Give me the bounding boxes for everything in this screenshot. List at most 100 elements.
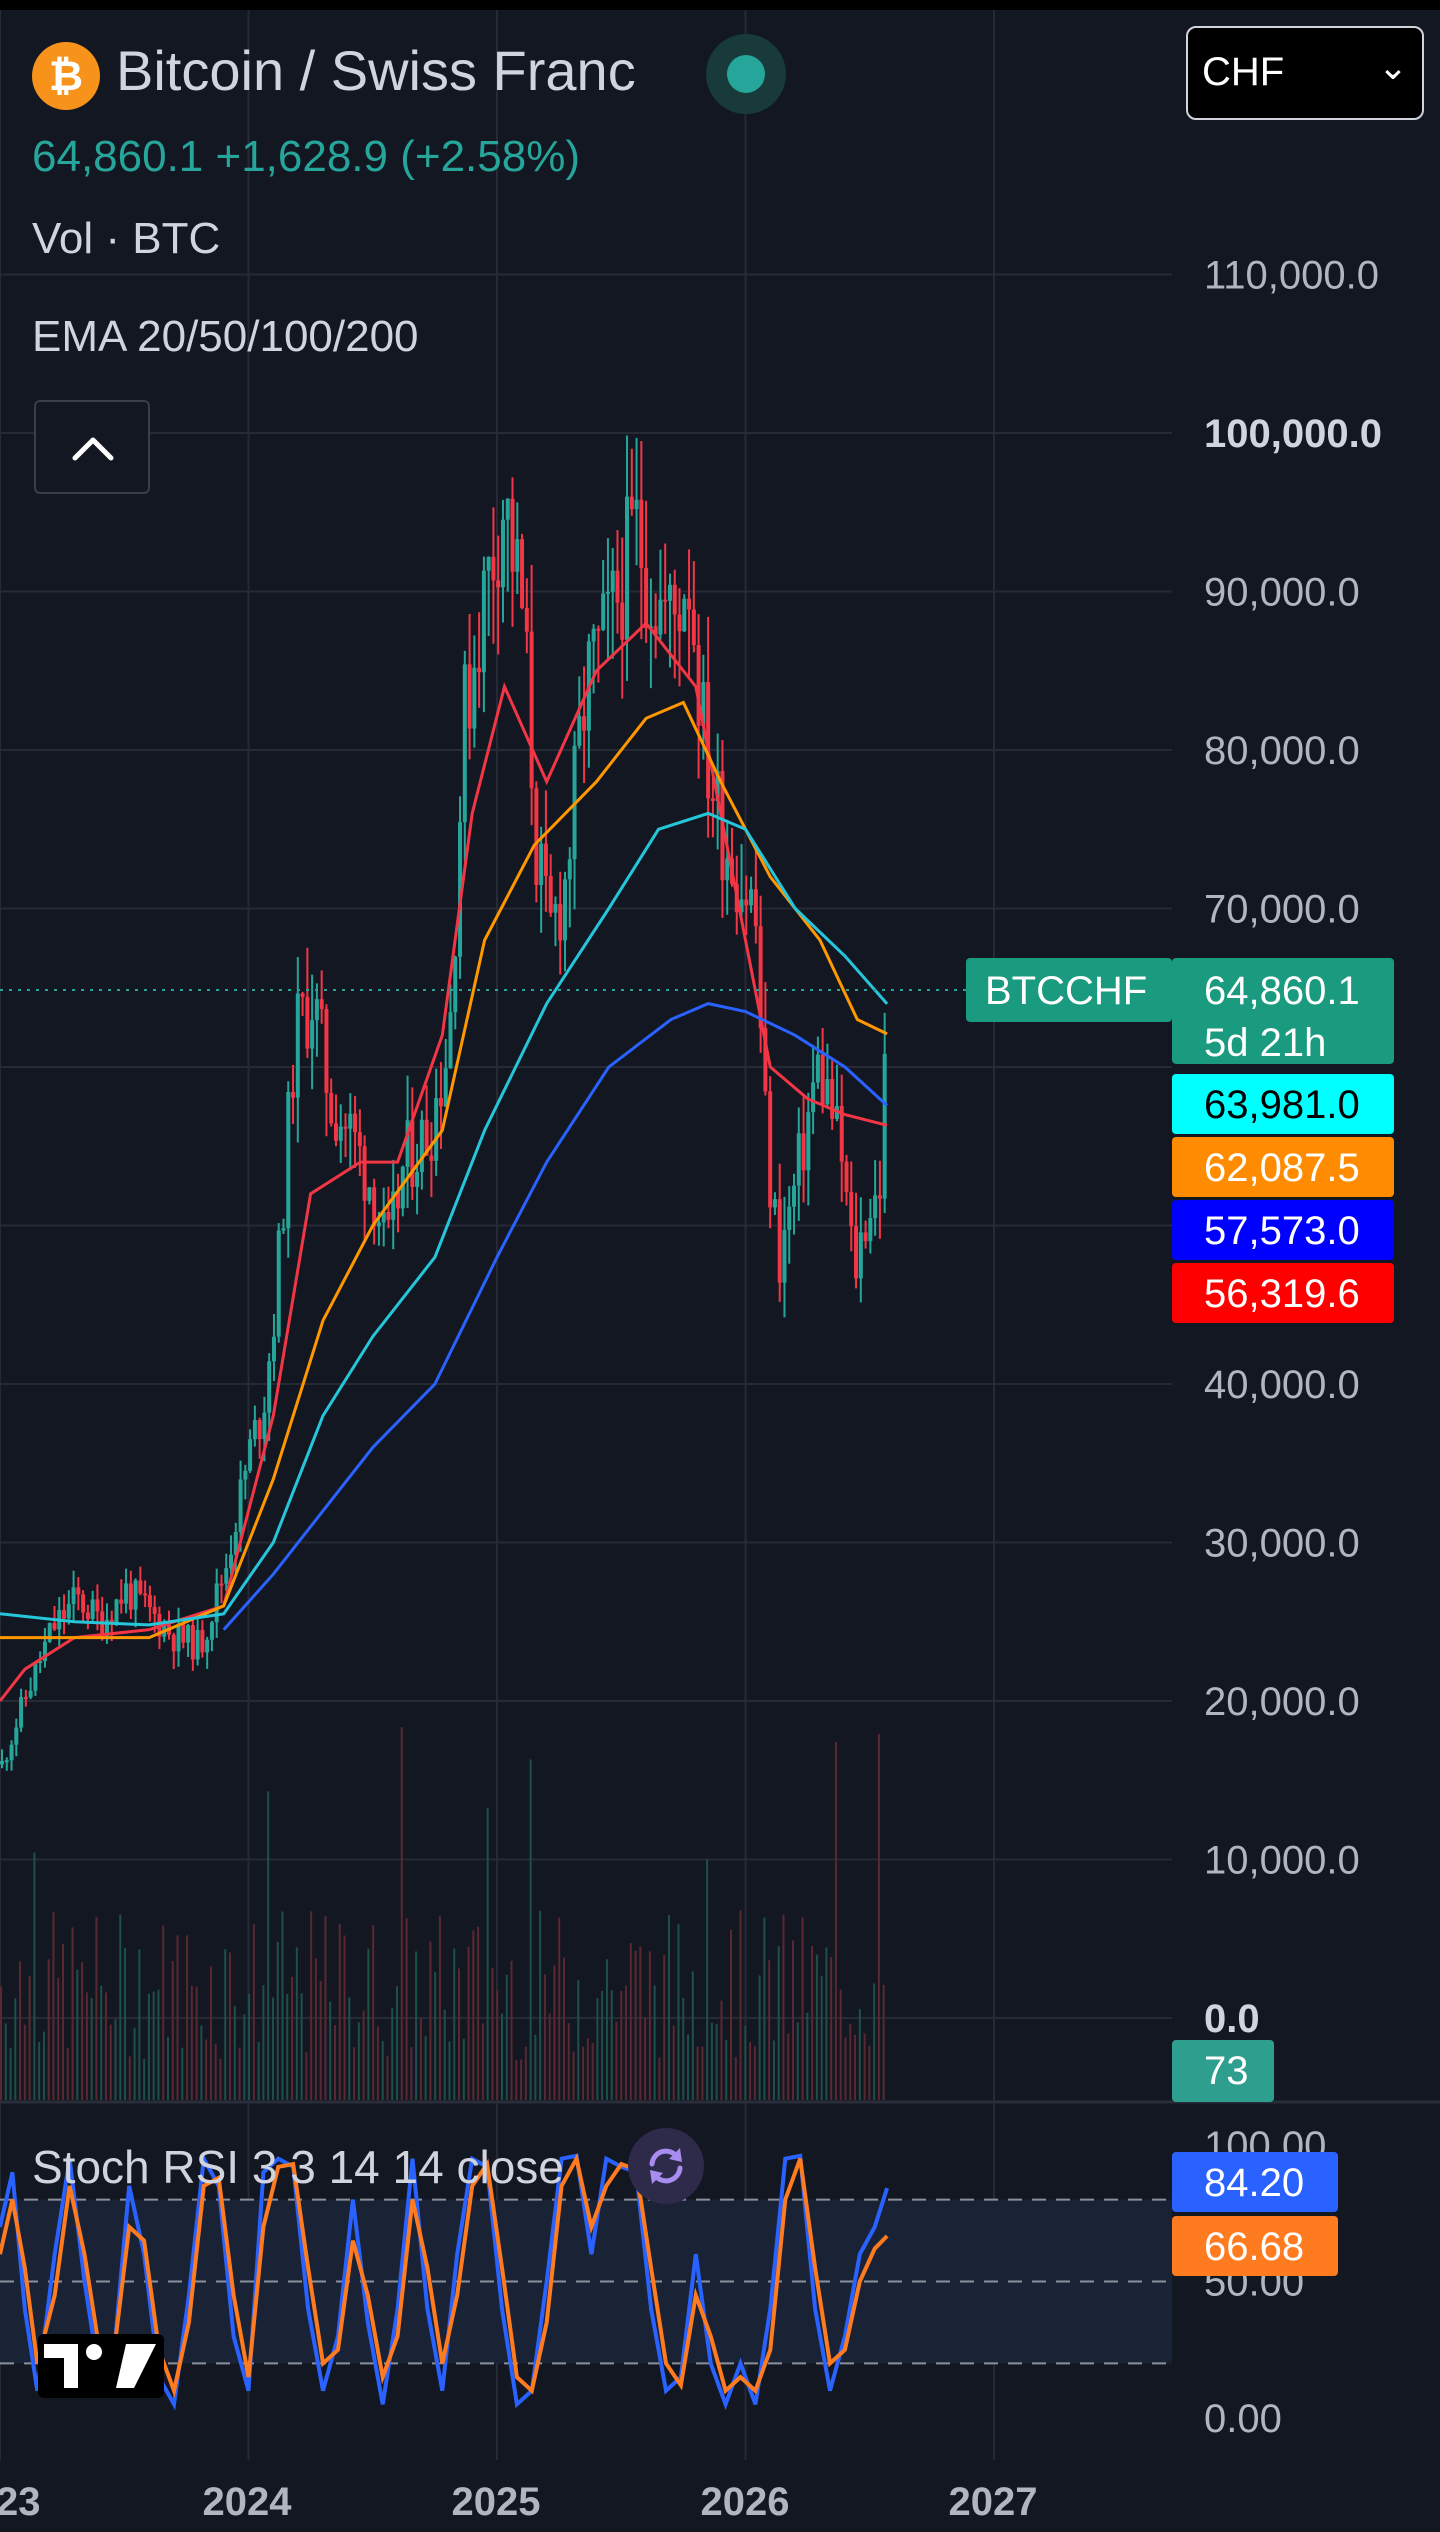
collapse-indicators-button[interactable] [34, 400, 150, 494]
volume-bar [57, 1977, 60, 2100]
candle-body [114, 1599, 119, 1625]
volume-indicator-label[interactable]: Vol · BTC [32, 214, 220, 264]
volume-bar [625, 1985, 628, 2100]
ema-indicator-label[interactable]: EMA 20/50/100/200 [32, 312, 419, 362]
volume-bar [186, 1935, 189, 2100]
volume-bar [648, 1951, 651, 2100]
volume-bar [486, 1807, 489, 2100]
price-change-readout: 64,860.1 +1,628.9 (+2.58%) [32, 132, 580, 181]
ema-value-label: 56,319.6 [1204, 1272, 1360, 1316]
volume-bar [462, 2038, 465, 2100]
volume-bar [357, 2022, 360, 2100]
candle-body [62, 1609, 67, 1619]
candle-body [386, 1212, 391, 1220]
volume-bar [815, 1954, 818, 2100]
volume-bar [472, 1930, 475, 2100]
candle-body [553, 903, 558, 913]
time-axis-label: 2026 [701, 2480, 790, 2524]
candle-body [195, 1630, 200, 1660]
volume-bar [396, 1986, 399, 2100]
candle-body [81, 1594, 86, 1613]
volume-bar [405, 1918, 408, 2100]
candle-body [529, 631, 534, 789]
candle-body [663, 599, 668, 602]
candle-body [639, 499, 644, 568]
price-axis-label: 40,000.0 [1204, 1363, 1360, 1407]
volume-bar [434, 1972, 437, 2100]
candle-body [830, 1079, 835, 1119]
volume-bar [310, 1911, 313, 2100]
candle-body [200, 1630, 205, 1653]
volume-bar [658, 2057, 661, 2100]
volume-bar [524, 2046, 527, 2100]
candle-body [873, 1195, 878, 1219]
volume-bar [634, 1950, 637, 2100]
candle-body [577, 716, 582, 746]
candle-body [749, 889, 754, 906]
volume-bar [715, 2023, 718, 2100]
volume-bar [276, 1941, 279, 2100]
volume-bar [381, 2040, 384, 2100]
candle-body [85, 1612, 90, 1620]
volume-bar [109, 2024, 112, 2100]
volume-bar [376, 2026, 379, 2100]
candle-body [0, 1760, 4, 1765]
volume-bar [23, 2024, 26, 2100]
candle-body [319, 999, 324, 1009]
candle-body [620, 602, 625, 640]
volume-bar [252, 1924, 255, 2100]
volume-bar [329, 2001, 332, 2100]
volume-bar [243, 2014, 246, 2100]
stoch-rsi-label[interactable]: Stoch RSI 3 3 14 14 close [32, 2140, 564, 2194]
candle-body [515, 539, 520, 572]
volume-bar [758, 1975, 761, 2100]
volume-bar [100, 1985, 103, 2100]
price-axis-label: 0.0 [1204, 1997, 1260, 2041]
volume-bar [162, 1925, 165, 2100]
volume-bar [300, 1993, 303, 2100]
symbol-title[interactable]: Bitcoin / Swiss Franc [116, 38, 636, 103]
volume-bar [448, 2041, 451, 2100]
candle-body [811, 1082, 816, 1113]
candle-body [486, 556, 491, 571]
candle-body [119, 1599, 124, 1604]
candle-body [510, 498, 515, 572]
volume-bar [81, 1962, 84, 2100]
candle-body [505, 498, 510, 520]
refresh-icon[interactable] [628, 2128, 704, 2204]
tradingview-logo[interactable] [38, 2330, 164, 2405]
volume-bar [720, 2000, 723, 2100]
volume-bar [672, 2025, 675, 2100]
volume-bar [763, 1917, 766, 2100]
volume-bar [505, 1974, 508, 2100]
candle-body [825, 1079, 830, 1105]
candle-body [868, 1218, 873, 1242]
candle-body [190, 1625, 195, 1660]
candle-body [152, 1607, 157, 1614]
candle-body [28, 1690, 33, 1698]
volume-bar [262, 1985, 265, 2100]
volume-bar [725, 2039, 728, 2100]
candle-body [520, 539, 525, 608]
candle-body [133, 1580, 138, 1610]
candle-body [176, 1624, 181, 1652]
volume-bar [28, 1975, 31, 2100]
volume-bar [248, 1994, 251, 2100]
candle-body [314, 999, 319, 1021]
volume-bar [820, 1975, 823, 2100]
price-axis-label: 100,000.0 [1204, 412, 1382, 456]
candle-body [14, 1727, 19, 1745]
candle-body [224, 1568, 229, 1584]
candle-body [792, 1185, 797, 1207]
currency-select-value: CHF [1202, 50, 1285, 94]
ema-line-ema200 [222, 1002, 889, 1631]
currency-select[interactable]: CHF ⌄ [1186, 26, 1424, 120]
candle-body [820, 1054, 825, 1105]
volume-bar [639, 1946, 642, 2100]
volume-bar [854, 2034, 857, 2100]
candle-body [248, 1439, 253, 1471]
volume-bar [324, 1916, 327, 2100]
candle-body [295, 993, 300, 1098]
price-axis-label: 10,000.0 [1204, 1839, 1360, 1883]
volume-bar [66, 2048, 69, 2100]
